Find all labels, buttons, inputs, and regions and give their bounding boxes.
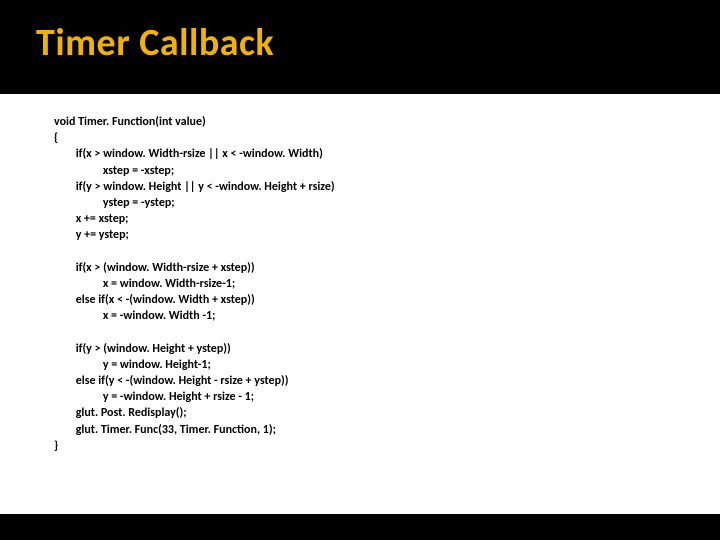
slide-title: Timer Callback bbox=[36, 20, 720, 66]
code-block: void Timer. Function(int value) { if(x >… bbox=[54, 114, 720, 454]
body-area: void Timer. Function(int value) { if(x >… bbox=[0, 94, 720, 514]
slide: Timer Callback void Timer. Function(int … bbox=[0, 0, 720, 540]
title-bar: Timer Callback bbox=[0, 0, 720, 76]
